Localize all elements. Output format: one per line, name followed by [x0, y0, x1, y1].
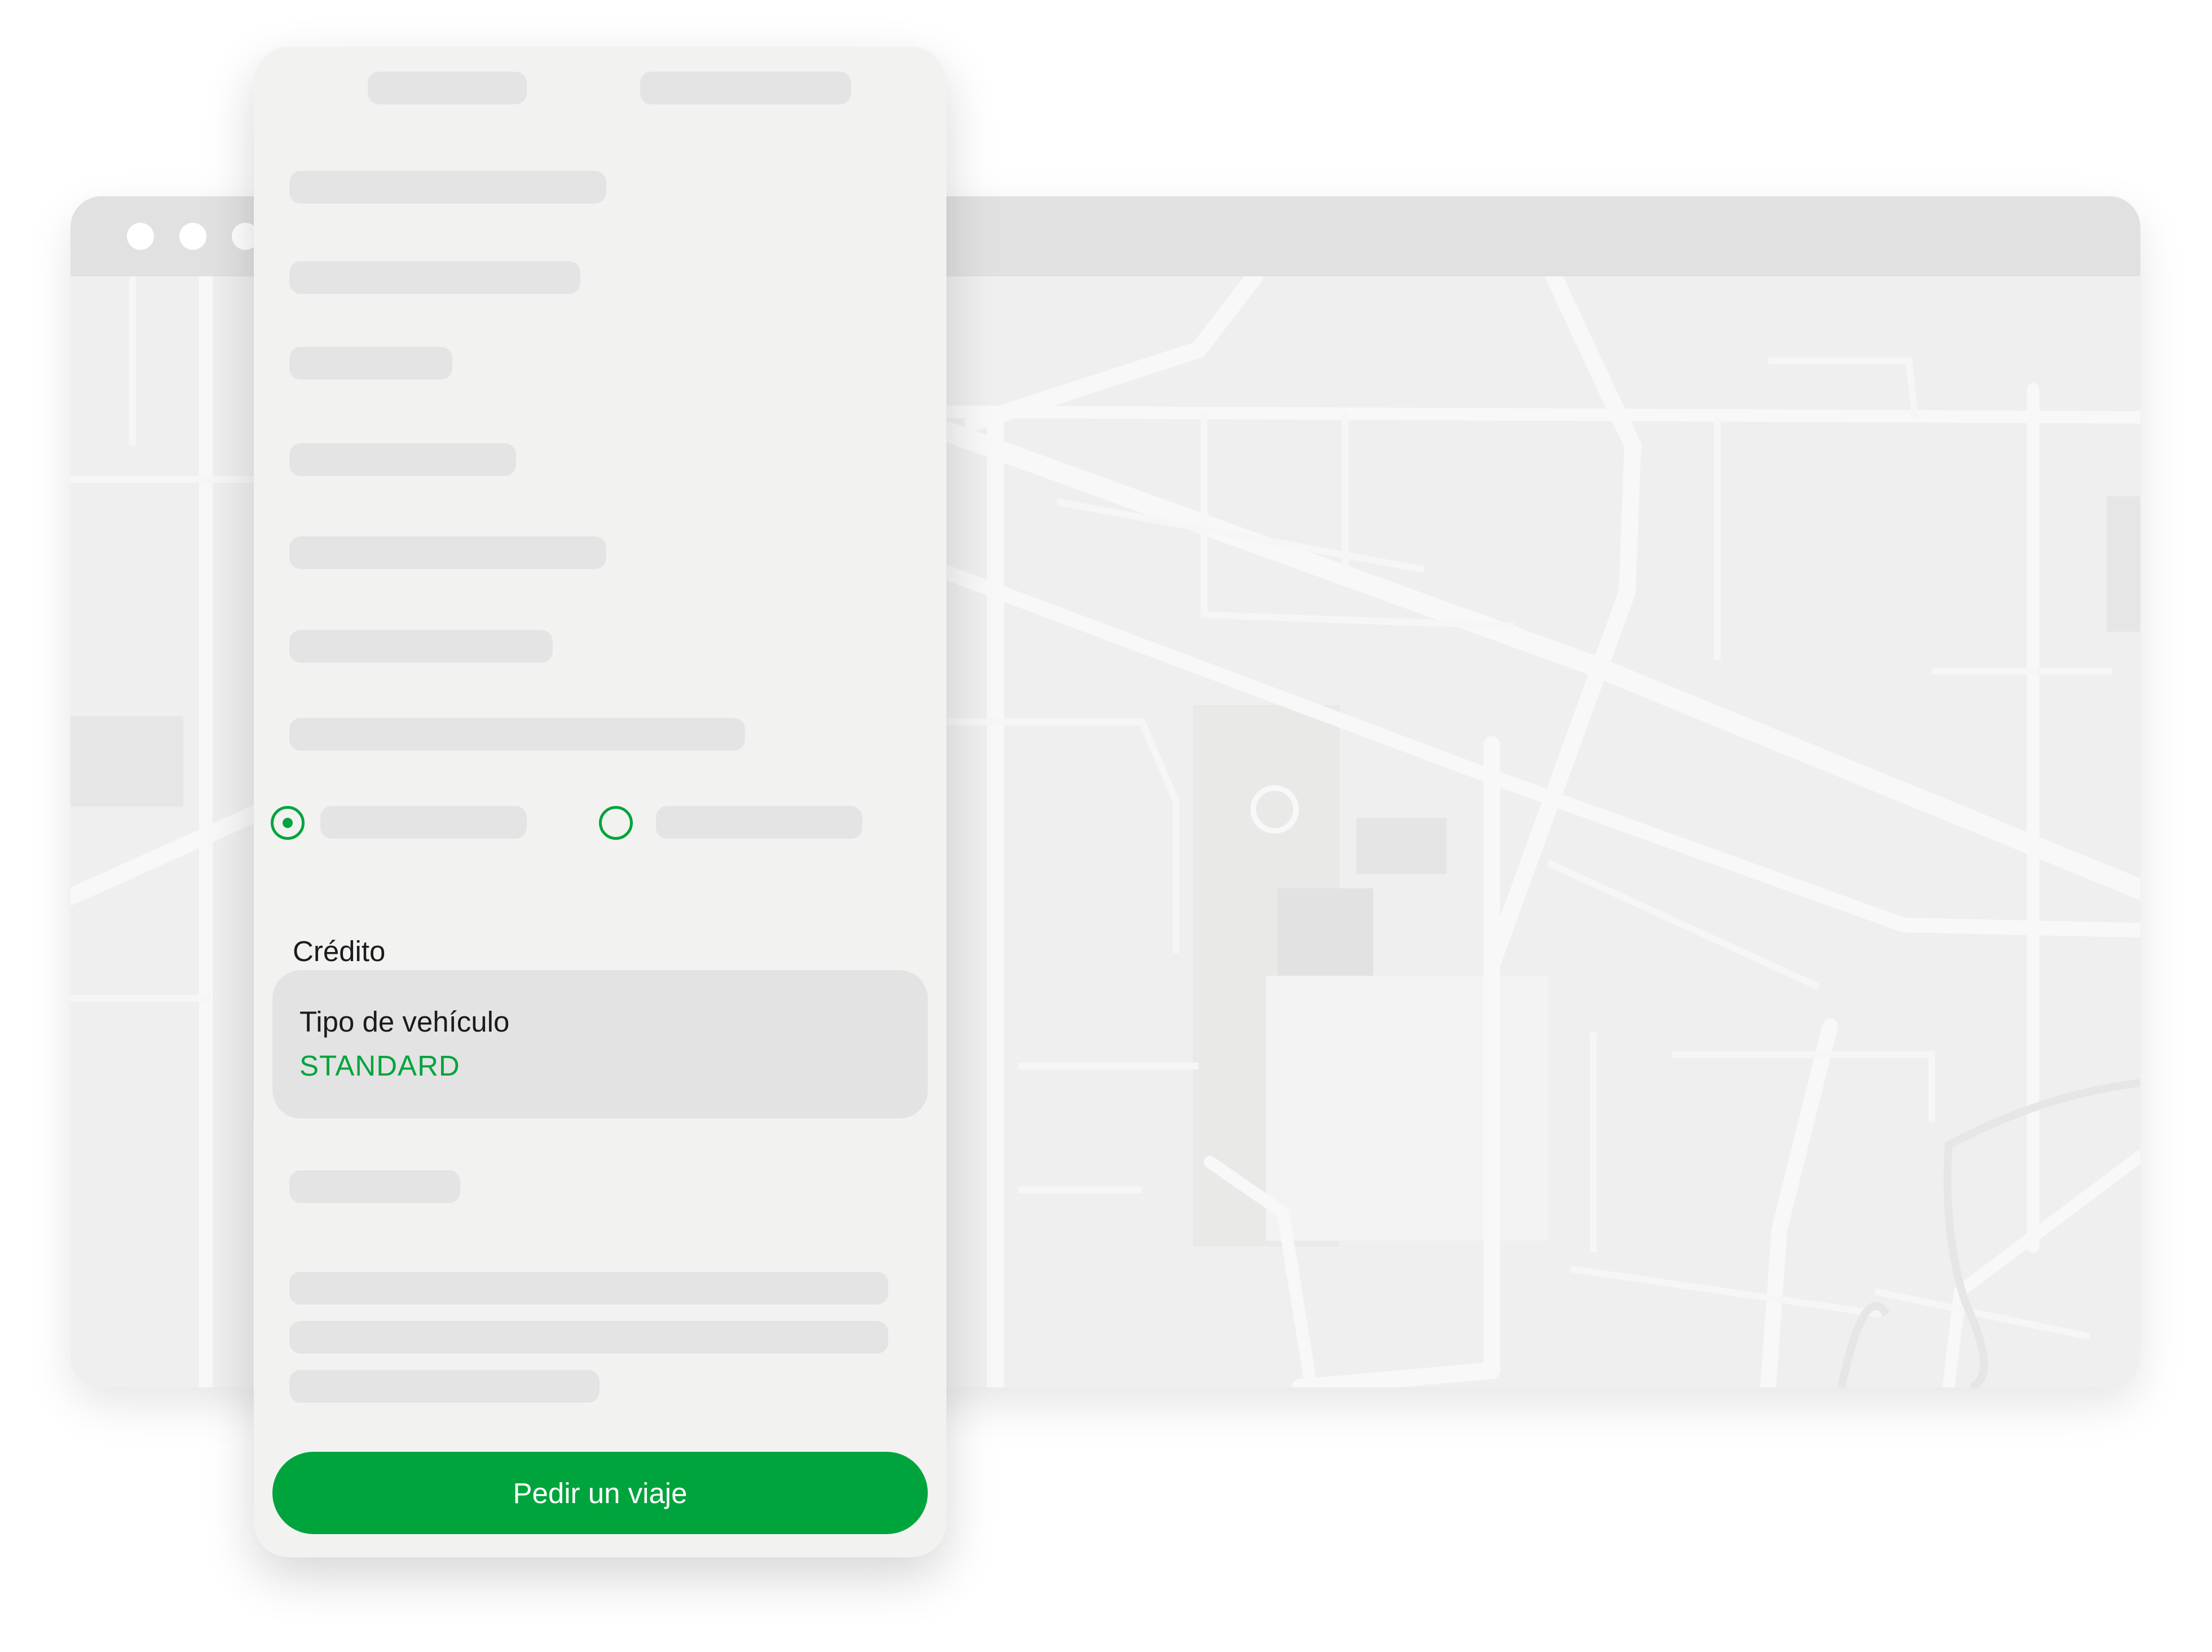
window-close-dot-icon[interactable]	[127, 223, 154, 250]
skeleton-line	[289, 536, 606, 569]
skeleton-line	[289, 443, 516, 476]
payment-label: Crédito	[293, 935, 386, 967]
ride-request-panel: Crédito Tipo de vehículo STANDARD Pedir …	[254, 47, 946, 1557]
vehicle-type-value: STANDARD	[299, 1050, 460, 1082]
radio-dot-icon	[283, 818, 293, 828]
skeleton-line	[289, 630, 553, 663]
window-minimize-dot-icon[interactable]	[179, 223, 206, 250]
tab-placeholder-1[interactable]	[368, 72, 527, 104]
skeleton-line	[289, 1272, 888, 1305]
vehicle-type-title: Tipo de vehículo	[299, 1006, 510, 1038]
payment-option-label-placeholder	[656, 806, 862, 839]
vehicle-type-selector[interactable]: Tipo de vehículo STANDARD	[272, 970, 928, 1118]
payment-radio-selected[interactable]	[271, 806, 305, 840]
skeleton-line	[289, 171, 606, 204]
payment-option-label-placeholder	[320, 806, 527, 839]
skeleton-line	[289, 1170, 460, 1203]
skeleton-line	[289, 347, 452, 380]
payment-radio-unselected[interactable]	[599, 806, 633, 840]
stage: Crédito Tipo de vehículo STANDARD Pedir …	[0, 0, 2212, 1652]
tab-placeholder-2[interactable]	[640, 72, 851, 104]
skeleton-line	[289, 718, 745, 751]
request-ride-button[interactable]: Pedir un viaje	[272, 1452, 928, 1534]
skeleton-line	[289, 1321, 888, 1354]
skeleton-line	[289, 1370, 600, 1403]
skeleton-line	[289, 261, 580, 294]
